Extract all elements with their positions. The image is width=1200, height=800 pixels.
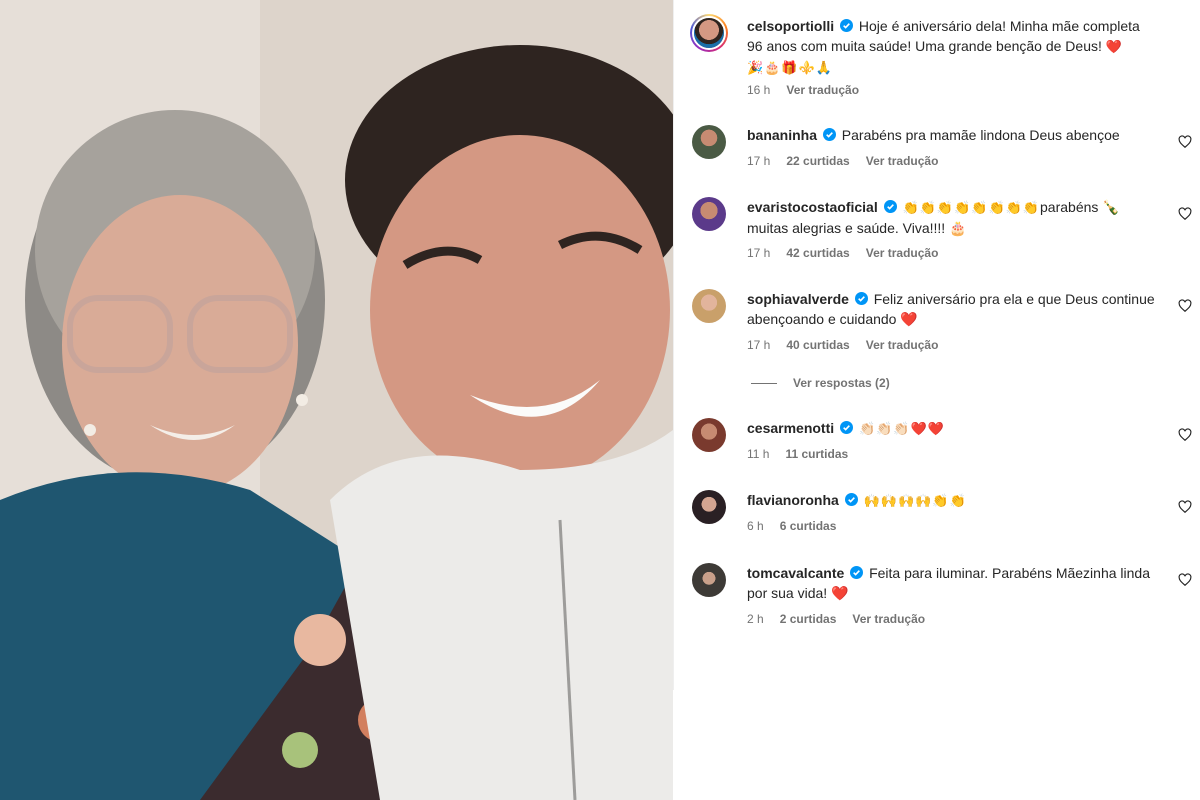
verified-badge-icon (854, 292, 868, 305)
commenter-avatar[interactable] (692, 563, 726, 597)
comment-lead-emojis: 👏👏👏👏👏👏👏👏 (902, 200, 1041, 215)
comment-time[interactable]: 2 h (747, 612, 764, 626)
comment-translate-link[interactable]: Ver tradução (866, 338, 939, 352)
commenter-username[interactable]: flavianoronha (747, 492, 839, 508)
comment-translate-link[interactable]: Ver tradução (852, 612, 925, 626)
comment-translate-link[interactable]: Ver tradução (866, 154, 939, 168)
commenter-avatar[interactable] (692, 125, 726, 159)
comment-likes[interactable]: 40 curtidas (786, 338, 849, 352)
comment-text: Parabéns pra mamãe lindona Deus abençoe (841, 127, 1120, 143)
caption-heart: ❤️ (1105, 39, 1123, 54)
commenter-username[interactable]: tomcavalcante (747, 565, 844, 581)
comment-likes[interactable]: 6 curtidas (780, 519, 837, 533)
verified-badge-icon (883, 200, 897, 213)
comment-time[interactable]: 17 h (747, 338, 770, 352)
commenter-avatar[interactable] (692, 197, 726, 231)
commenter-avatar[interactable] (692, 490, 726, 524)
author-username[interactable]: celsoportiolli (747, 18, 834, 34)
comment-translate-link[interactable]: Ver tradução (866, 246, 939, 260)
verified-badge-icon (822, 128, 836, 141)
comment-time[interactable]: 6 h (747, 519, 764, 533)
author-avatar[interactable] (690, 14, 728, 52)
comment-time[interactable]: 17 h (747, 154, 770, 168)
verified-badge-icon (850, 566, 864, 579)
comment-likes[interactable]: 22 curtidas (786, 154, 849, 168)
commenter-avatar[interactable] (692, 418, 726, 452)
view-replies-label: Ver respostas (2) (793, 376, 890, 390)
comment-likes[interactable]: 42 curtidas (786, 246, 849, 260)
post-photo (0, 0, 673, 800)
heart-outline-icon[interactable] (1178, 207, 1192, 221)
caption-time[interactable]: 16 h (747, 83, 770, 97)
view-replies-button[interactable]: Ver respostas (2) (751, 376, 890, 390)
caption-emojis: 🎉🎂🎁⚜️🙏 (747, 60, 833, 75)
comment-time[interactable]: 17 h (747, 246, 770, 260)
heart-outline-icon[interactable] (1178, 573, 1192, 587)
photo-illustration (0, 0, 673, 800)
comment-text: 👏🏻👏🏻👏🏻❤️❤️ (858, 421, 945, 436)
commenter-username[interactable]: cesarmenotti (747, 420, 834, 436)
comment-likes[interactable]: 2 curtidas (780, 612, 837, 626)
heart-outline-icon[interactable] (1178, 299, 1192, 313)
verified-badge-icon (840, 19, 854, 32)
verified-badge-icon (844, 493, 858, 506)
comment-time[interactable]: 11 h (747, 447, 769, 461)
heart-outline-icon[interactable] (1178, 428, 1192, 442)
comment-text: 🙌🙌🙌🙌👏👏 (863, 493, 967, 508)
verified-badge-icon (840, 421, 854, 434)
replies-divider-line (751, 382, 777, 384)
commenter-avatar[interactable] (692, 289, 726, 323)
comment-likes[interactable]: 11 curtidas (785, 447, 848, 461)
heart-outline-icon[interactable] (1178, 500, 1192, 514)
commenter-username[interactable]: evaristocostaoficial (747, 199, 878, 215)
caption-translate-link[interactable]: Ver tradução (786, 83, 859, 97)
heart-outline-icon[interactable] (1178, 135, 1192, 149)
commenter-username[interactable]: bananinha (747, 127, 817, 143)
commenter-username[interactable]: sophiavalverde (747, 291, 849, 307)
comments-panel: celsoportiolli Hoje é aniversário dela! … (674, 0, 1200, 800)
